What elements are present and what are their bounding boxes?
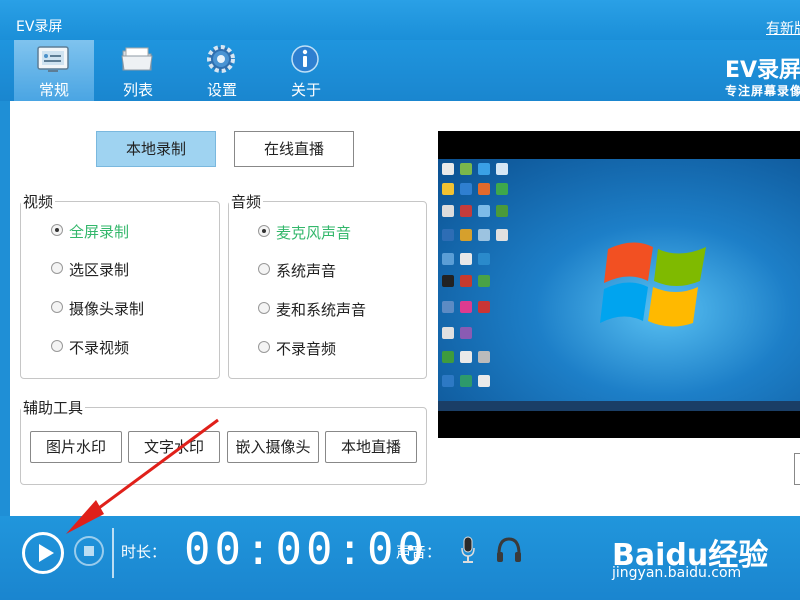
desktop-icon [460,205,472,217]
desktop-icon [496,205,508,217]
video-group-title: 视频 [21,191,56,212]
audio-group-title: 音频 [229,191,264,212]
tab-label: 设置 [206,81,237,99]
radio-label: 系统声音 [276,262,337,280]
tab-label: 常规 [38,81,69,99]
desktop-icon [460,351,472,363]
radio-button [51,301,63,313]
desktop-icon [478,163,490,175]
tab-label: 列表 [122,81,153,99]
radio-button [51,340,63,352]
preview-screen [438,131,800,438]
timer-display: 00:00:00 [184,524,428,575]
radio-label: 摄像头录制 [69,300,145,318]
toolbar: 常规 列表 设置 关于 EV录屏 专注屏幕录像 [0,40,800,101]
desktop-icon [442,301,454,313]
radio-label: 全屏录制 [69,223,130,241]
tab-general[interactable]: 常规 [14,40,94,101]
desktop-icon [478,205,490,217]
desktop-icon [442,253,454,265]
folder-icon [121,47,153,71]
desktop-icon [478,183,490,195]
desktop-icon [442,183,454,195]
embed-camera-button[interactable]: 嵌入摄像头 [227,431,319,463]
desktop-icon [460,183,472,195]
radio-label: 麦克风声音 [276,224,352,242]
microphone-icon[interactable] [460,536,476,564]
desktop-icon [442,351,454,363]
desktop-icon [478,375,490,387]
tab-label: 关于 [290,81,321,99]
desktop-icon [442,375,454,387]
live-stream-button[interactable]: 在线直播 [234,131,354,167]
info-icon [291,45,319,73]
desktop-icon [478,301,490,313]
desktop-icon [478,351,490,363]
desktop-icon [442,163,454,175]
image-watermark-button[interactable]: 图片水印 [30,431,122,463]
desktop-preview [438,159,800,411]
desktop-icon [496,183,508,195]
desktop-icon [496,163,508,175]
duration-label: 时长： [121,543,167,561]
baidu-watermark: Baidu经验 jingyan.baidu.com [612,522,792,582]
desktop-icon [496,229,508,241]
desktop-icon [460,275,472,287]
update-link[interactable]: 有新版 [766,18,800,38]
brand-subtitle: 专注屏幕录像 [725,84,800,98]
desktop-icon [478,275,490,287]
desktop-icon [460,375,472,387]
play-button[interactable] [22,532,64,574]
desktop-icon [442,205,454,217]
windows-logo-icon [600,242,706,327]
radio-label: 选区录制 [69,261,130,279]
radio-button [258,341,270,353]
brand-title: EV录屏 [725,58,800,83]
radio-button [258,263,270,275]
desktop-icon [460,229,472,241]
gear-icon [207,45,235,73]
radio-label: 不录音频 [276,340,337,358]
tab-about[interactable]: 关于 [266,40,346,101]
app-title: EV录屏 [16,19,63,35]
general-icon [37,46,69,72]
radio-label: 不录视频 [69,339,130,357]
stop-button[interactable] [74,536,104,566]
radio-button [51,224,63,236]
text-watermark-button[interactable]: 文字水印 [128,431,220,463]
tab-list[interactable]: 列表 [98,40,178,101]
radio-button [51,262,63,274]
desktop-icon [478,229,490,241]
local-live-button[interactable]: 本地直播 [325,431,417,463]
desktop-icon [460,327,472,339]
tools-group-title: 辅助工具 [21,397,86,418]
divider [112,528,114,578]
taskbar [438,401,800,411]
desktop-icon [442,275,454,287]
radio-label: 麦和系统声音 [276,301,367,319]
desktop-icon [442,229,454,241]
sound-label: 声音： [396,543,442,561]
desktop-icon [442,327,454,339]
tab-settings[interactable]: 设置 [182,40,262,101]
side-button[interactable] [794,453,800,485]
desktop-icon [460,301,472,313]
watermark-url: jingyan.baidu.com [612,565,742,581]
radio-button [258,225,270,237]
desktop-icon [478,253,490,265]
desktop-icon [460,253,472,265]
title-bar: EV录屏 有新版 [0,0,800,40]
radio-button [258,302,270,314]
headphone-icon[interactable] [496,536,522,564]
desktop-icon [460,163,472,175]
local-record-button[interactable]: 本地录制 [96,131,216,167]
desktop-icons [440,161,508,409]
